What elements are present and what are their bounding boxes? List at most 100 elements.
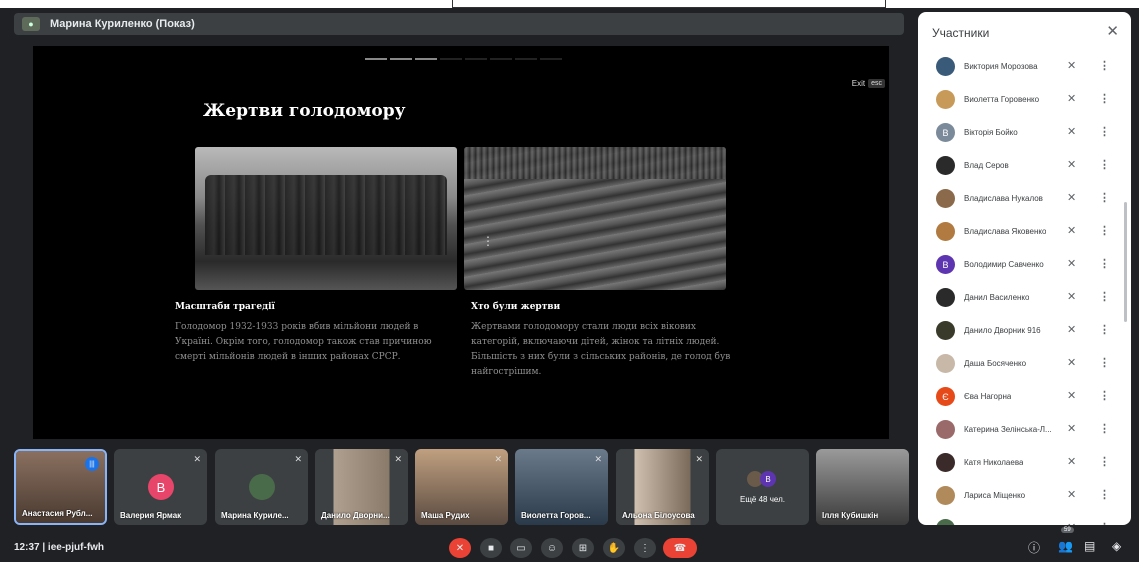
tile-more-participants[interactable]: В Ещё 48 чел.	[716, 449, 809, 525]
tile-participant[interactable]: ✕ Маша Рудих	[415, 449, 508, 525]
more-vert-icon[interactable]: ⋮	[1099, 290, 1110, 303]
more-vert-icon[interactable]: ⋮	[1099, 224, 1110, 237]
tile-participant[interactable]: ✕ Альона Білоусова	[616, 449, 709, 525]
more-vert-icon[interactable]: ⋮	[1099, 488, 1110, 501]
participants-list: Виктория Морозова ✕ ⋮ Виолетта Горовенко ✕ ⋮ В…	[918, 50, 1125, 525]
more-vert-icon[interactable]: ⋮	[1099, 92, 1110, 105]
more-vert-icon[interactable]: ⋮	[1099, 455, 1110, 468]
meeting-info: 12:37 | iee-pjuf-fwh	[14, 542, 105, 553]
participant-row[interactable]: В Володимир Савченко ✕ ⋮	[918, 248, 1125, 281]
tile-participant[interactable]: ✕ Данило Дворни...	[315, 449, 408, 525]
participant-name: Марина Куриленко	[964, 524, 1034, 525]
avatar: В	[760, 471, 776, 487]
participant-row[interactable]: Є Єва Нагорна ✕ ⋮	[918, 380, 1125, 413]
chat-icon[interactable]: ▤	[1084, 539, 1095, 553]
tile-participant[interactable]: ✕ В Валерия Ярмак	[114, 449, 207, 525]
avatar	[936, 453, 955, 472]
mic-off-icon: ✕	[695, 454, 703, 464]
participants-count-badge: 59	[1061, 527, 1074, 533]
more-vert-icon[interactable]: ⋮	[1099, 356, 1110, 369]
participant-name: Катерина Зелінська-Л...	[964, 425, 1052, 434]
more-vert-icon[interactable]: ⋮	[482, 234, 494, 248]
slide-image-graves	[464, 147, 726, 290]
participant-row[interactable]: Виолетта Горовенко ✕ ⋮	[918, 83, 1125, 116]
avatar	[936, 189, 955, 208]
participant-name: Лариса Міщенко	[964, 491, 1026, 500]
avatar	[249, 474, 275, 500]
activities-icon[interactable]: ◈	[1112, 539, 1121, 553]
more-vert-icon[interactable]: ⋮	[1099, 323, 1110, 336]
people-icon[interactable]: 👥	[1058, 539, 1073, 553]
emoji-button[interactable]: ☺	[541, 538, 563, 558]
tile-participant[interactable]: ||| Анастасия Рубл...	[14, 449, 107, 525]
avatar: В	[936, 255, 955, 274]
more-vert-icon[interactable]: ⋮	[1099, 59, 1110, 72]
avatar	[936, 321, 955, 340]
scrollbar[interactable]	[1124, 202, 1127, 322]
participant-name: Владислава Яковенко	[964, 227, 1047, 236]
slide-title: Жертви голодомору	[203, 101, 406, 121]
participant-row[interactable]: Данил Василенко ✕ ⋮	[918, 281, 1125, 314]
participant-row[interactable]: Катя Николаева ✕ ⋮	[918, 446, 1125, 479]
esc-key: esc	[868, 79, 885, 88]
avatar: Є	[936, 387, 955, 406]
participant-name: Єва Нагорна	[964, 392, 1012, 401]
more-vert-icon[interactable]: ⋮	[1099, 191, 1110, 204]
more-vert-icon[interactable]: ⋮	[1099, 389, 1110, 402]
more-vert-icon[interactable]: ⋮	[1099, 125, 1110, 138]
mic-off-icon: ✕	[394, 454, 402, 464]
avatar	[936, 156, 955, 175]
mic-off-icon: ✕	[594, 454, 602, 464]
mic-off-icon: ✕	[1067, 521, 1076, 525]
slide-image-children	[195, 147, 457, 290]
participant-row[interactable]: Владислава Нукалов ✕ ⋮	[918, 182, 1125, 215]
participant-row[interactable]: Влад Серов ✕ ⋮	[918, 149, 1125, 182]
participant-row[interactable]: В Вікторія Бойко ✕ ⋮	[918, 116, 1125, 149]
participant-row[interactable]: Данило Дворник 916 ✕ ⋮	[918, 314, 1125, 347]
tile-name: Маша Рудих	[421, 511, 470, 520]
participant-row[interactable]: Виктория Морозова ✕ ⋮	[918, 50, 1125, 83]
raise-hand-button[interactable]: ✋	[603, 538, 625, 558]
avatar	[936, 222, 955, 241]
info-icon[interactable]: ⓘ	[1028, 539, 1040, 556]
participant-name: Данил Василенко	[964, 293, 1030, 302]
more-label: Ещё 48 чел.	[740, 495, 785, 504]
mic-off-icon: ✕	[1067, 390, 1077, 402]
top-strip	[0, 0, 1139, 8]
participant-row[interactable]: Катерина Зелінська-Л... ✕ ⋮	[918, 413, 1125, 446]
more-vert-icon[interactable]: ⋮	[1099, 158, 1110, 171]
col1-heading: Масштаби трагедії	[175, 302, 275, 312]
tile-participant[interactable]: ✕ Марина Куриле...	[215, 449, 308, 525]
tile-name: Ілля Кубишкін	[822, 511, 879, 520]
present-button[interactable]: ⊞	[572, 538, 594, 558]
tile-name: Виолетта Горов...	[521, 511, 591, 520]
participant-row[interactable]: Владислава Яковенко ✕ ⋮	[918, 215, 1125, 248]
mic-off-icon: ✕	[1067, 324, 1077, 336]
mic-off-icon: ✕	[1067, 489, 1077, 501]
avatar	[936, 288, 955, 307]
more-vert-icon[interactable]: ⋮	[1099, 422, 1110, 435]
participant-row[interactable]: Даша Босяченко ✕ ⋮	[918, 347, 1125, 380]
tile-name: Анастасия Рубл...	[22, 509, 93, 518]
leave-call-button[interactable]: ☎	[663, 538, 697, 558]
participant-name: Влад Серов	[964, 161, 1009, 170]
mic-off-button[interactable]: ✕	[449, 538, 471, 558]
tile-participant[interactable]: Ілля Кубишкін	[816, 449, 909, 525]
mic-off-icon: ✕	[1067, 357, 1077, 369]
captions-button[interactable]: ▭	[510, 538, 532, 558]
more-vert-icon[interactable]: ⋮	[1099, 521, 1110, 525]
tile-name: Альона Білоусова	[622, 511, 695, 520]
exit-button[interactable]: Exit esc	[852, 79, 885, 88]
camera-button[interactable]: ■	[480, 538, 502, 558]
participant-name: Вікторія Бойко	[964, 128, 1018, 137]
participant-name: Виолетта Горовенко	[964, 95, 1040, 104]
close-icon[interactable]: ✕	[1106, 22, 1119, 40]
mic-off-icon: ✕	[1067, 291, 1077, 303]
more-vert-icon[interactable]: ⋮	[1099, 257, 1110, 270]
participant-row[interactable]: Марина Куриленко ✕ ⋮	[918, 512, 1125, 525]
more-options-button[interactable]: ⋮	[634, 538, 656, 558]
tile-name: Марина Куриле...	[221, 511, 289, 520]
participant-row[interactable]: Лариса Міщенко ✕ ⋮	[918, 479, 1125, 512]
tile-participant[interactable]: ✕ Виолетта Горов...	[515, 449, 608, 525]
participant-name: Даша Босяченко	[964, 359, 1027, 368]
